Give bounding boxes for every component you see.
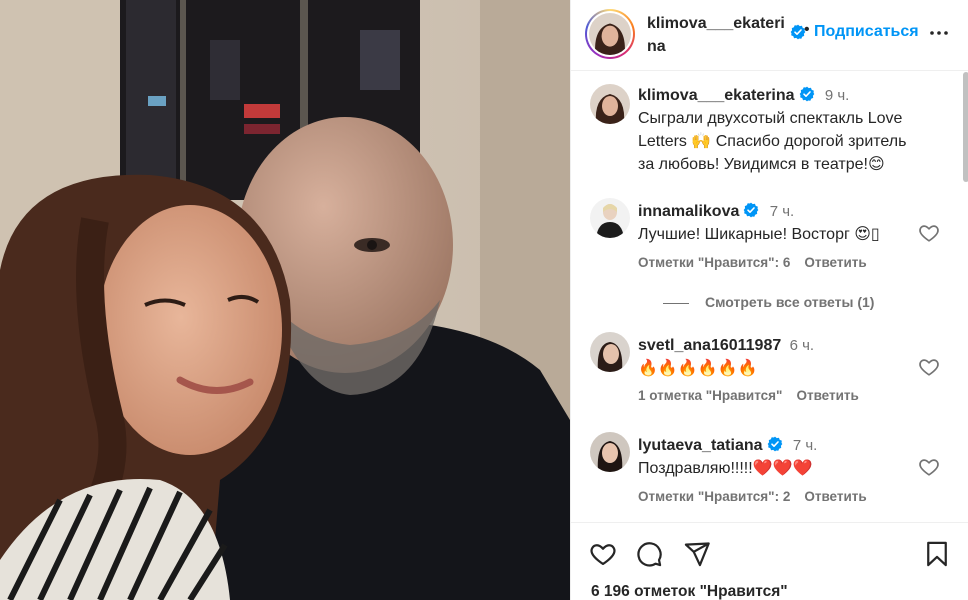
post-photo[interactable] [0, 0, 570, 600]
likes-count[interactable]: 6 196 отметок "Нравится" [591, 583, 788, 600]
comment-text: Лучшие! Шикарные! Восторг 😍▯ [638, 226, 880, 243]
view-replies-button[interactable]: Смотреть все ответы (1) [638, 294, 874, 310]
verified-icon [799, 86, 814, 102]
comment-text: 🔥🔥🔥🔥🔥🔥 [638, 360, 758, 377]
author-avatar-image [589, 13, 631, 55]
follow-button[interactable]: Подписаться [814, 23, 919, 41]
reply-button[interactable]: Ответить [804, 489, 866, 504]
verified-icon [767, 436, 782, 452]
more-icon[interactable] [927, 21, 951, 45]
comment-time[interactable]: 7 ч. [770, 203, 795, 220]
header-separator: • [804, 21, 810, 38]
comment-time[interactable]: 7 ч. [793, 437, 818, 454]
scrollbar-thumb[interactable] [963, 72, 968, 182]
heart-icon[interactable] [589, 540, 617, 568]
comment-avatar[interactable] [590, 432, 630, 472]
comment-username[interactable]: innamalikova [638, 203, 739, 220]
caption-time[interactable]: 9 ч. [825, 87, 850, 104]
post-panel: klimova___ekateri na • Подписаться klimo… [570, 0, 968, 600]
view-replies-divider [663, 302, 689, 304]
comments-scrollbar[interactable] [963, 72, 968, 522]
comment-likes[interactable]: Отметки "Нравится": 6 [638, 255, 790, 270]
comment-likes[interactable]: 1 отметка "Нравится" [638, 388, 782, 403]
comment-username[interactable]: lyutaeva_tatiana [638, 437, 763, 454]
reply-button[interactable]: Ответить [804, 255, 866, 270]
reply-button[interactable]: Ответить [796, 388, 858, 403]
author-avatar[interactable] [585, 9, 635, 59]
share-icon[interactable] [683, 540, 711, 568]
comment-icon[interactable] [635, 540, 663, 568]
heart-icon[interactable] [918, 222, 940, 244]
heart-icon[interactable] [918, 356, 940, 378]
post-header: klimova___ekateri na • Подписаться [571, 0, 968, 71]
heart-icon[interactable] [918, 456, 940, 478]
comment-avatar[interactable] [590, 332, 630, 372]
caption-avatar[interactable] [590, 84, 630, 124]
post-actions: 6 196 отметок "Нравится" [571, 522, 968, 600]
caption-username[interactable]: klimova___ekaterina [638, 87, 795, 104]
comments-list[interactable]: klimova___ekaterina 9 ч. Сыграли двухсот… [571, 72, 968, 522]
bookmark-icon[interactable] [923, 540, 951, 568]
caption-text: Сыграли двухсотый спектакль Love Letters… [638, 110, 907, 173]
verified-icon [744, 202, 759, 218]
comment-likes[interactable]: Отметки "Нравится": 2 [638, 489, 790, 504]
comment-username[interactable]: svetl_ana16011987 [638, 337, 781, 354]
comment-text: Поздравляю!!!!!❤️❤️❤️ [638, 460, 813, 477]
comment-time[interactable]: 6 ч. [790, 337, 815, 354]
comment-avatar[interactable] [590, 198, 630, 238]
